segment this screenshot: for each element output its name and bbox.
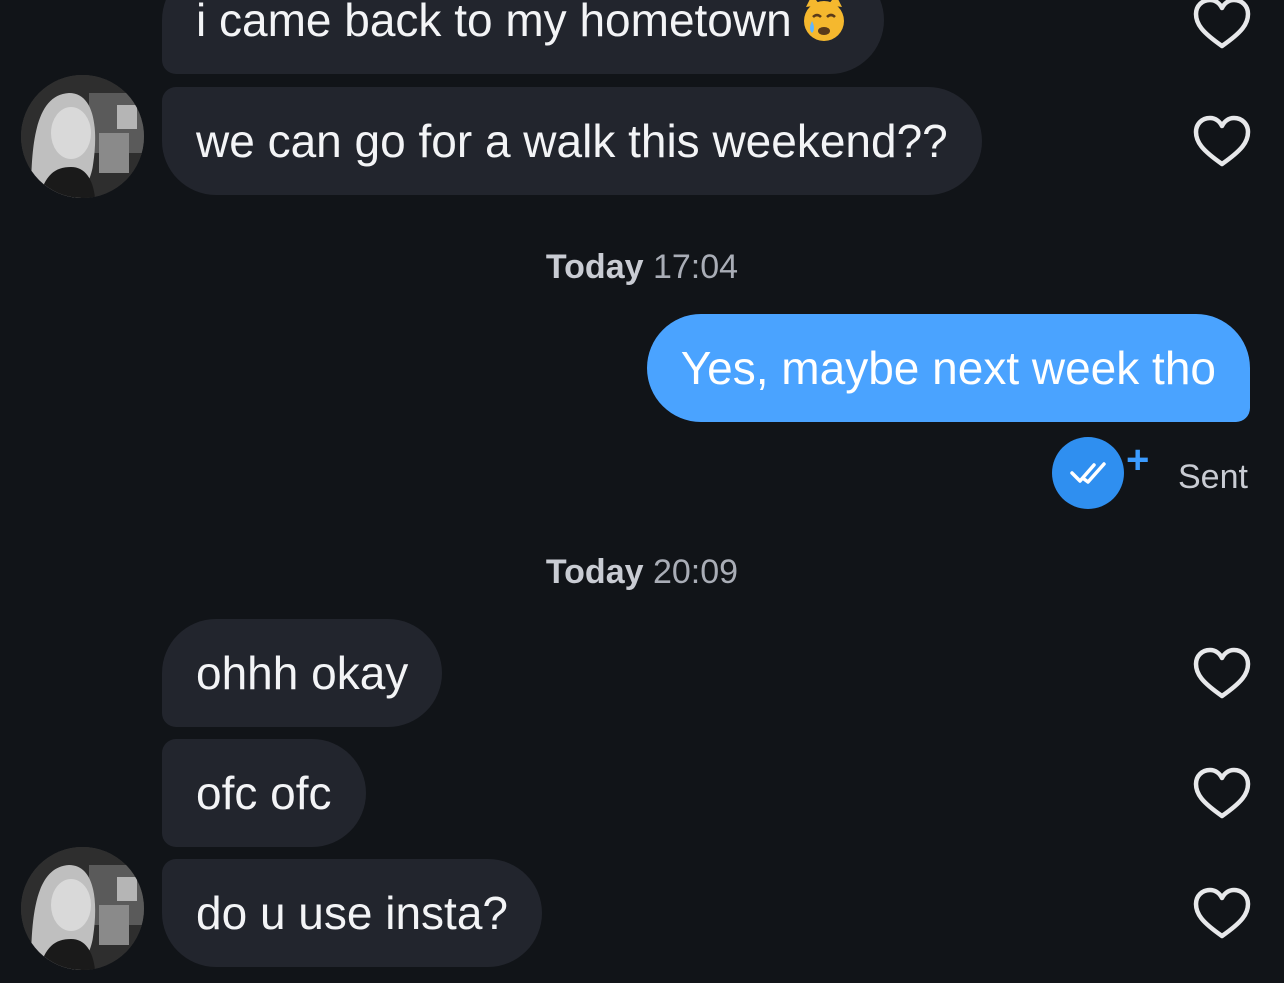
avatar-photo: [21, 75, 144, 198]
timestamp-day: Today: [545, 248, 644, 286]
avatar[interactable]: [21, 847, 144, 970]
message-text: i came back to my hometown: [196, 0, 792, 46]
avatar-photo: [21, 847, 144, 970]
heart-icon[interactable]: [1192, 886, 1252, 942]
received-message[interactable]: we can go for a walk this weekend??: [162, 87, 982, 195]
crying-cat-face-emoji: [803, 0, 844, 41]
timestamp-time: 17:04: [652, 248, 739, 286]
message-text: Yes, maybe next week tho: [680, 342, 1216, 394]
received-message[interactable]: do u use insta?: [162, 859, 543, 967]
double-check-icon: [1070, 462, 1106, 484]
read-receipt[interactable]: [1052, 437, 1124, 509]
heart-icon[interactable]: [1192, 646, 1252, 702]
message-text: we can go for a walk this weekend??: [196, 115, 948, 167]
received-message[interactable]: i came back to my hometown: [162, 0, 884, 74]
message-text: ohhh okay: [196, 647, 409, 699]
received-message[interactable]: ofc ofc: [162, 739, 366, 847]
heart-icon[interactable]: [1192, 0, 1252, 52]
heart-icon[interactable]: [1192, 114, 1252, 170]
message-text: do u use insta?: [196, 887, 509, 939]
plus-icon[interactable]: +: [1126, 440, 1149, 480]
timestamp-divider: Today 20:09: [0, 553, 1284, 592]
timestamp-time: 20:09: [652, 553, 739, 591]
sent-message[interactable]: Yes, maybe next week tho: [646, 314, 1250, 422]
message-status: Sent: [1178, 458, 1248, 496]
heart-icon[interactable]: [1192, 766, 1252, 822]
avatar[interactable]: [21, 75, 144, 198]
chat-thread: i came back to my hometown we can go for…: [0, 0, 1284, 983]
timestamp-divider: Today 17:04: [0, 248, 1284, 287]
message-text: ofc ofc: [196, 767, 332, 819]
timestamp-day: Today: [545, 553, 644, 591]
received-message[interactable]: ohhh okay: [162, 619, 443, 727]
